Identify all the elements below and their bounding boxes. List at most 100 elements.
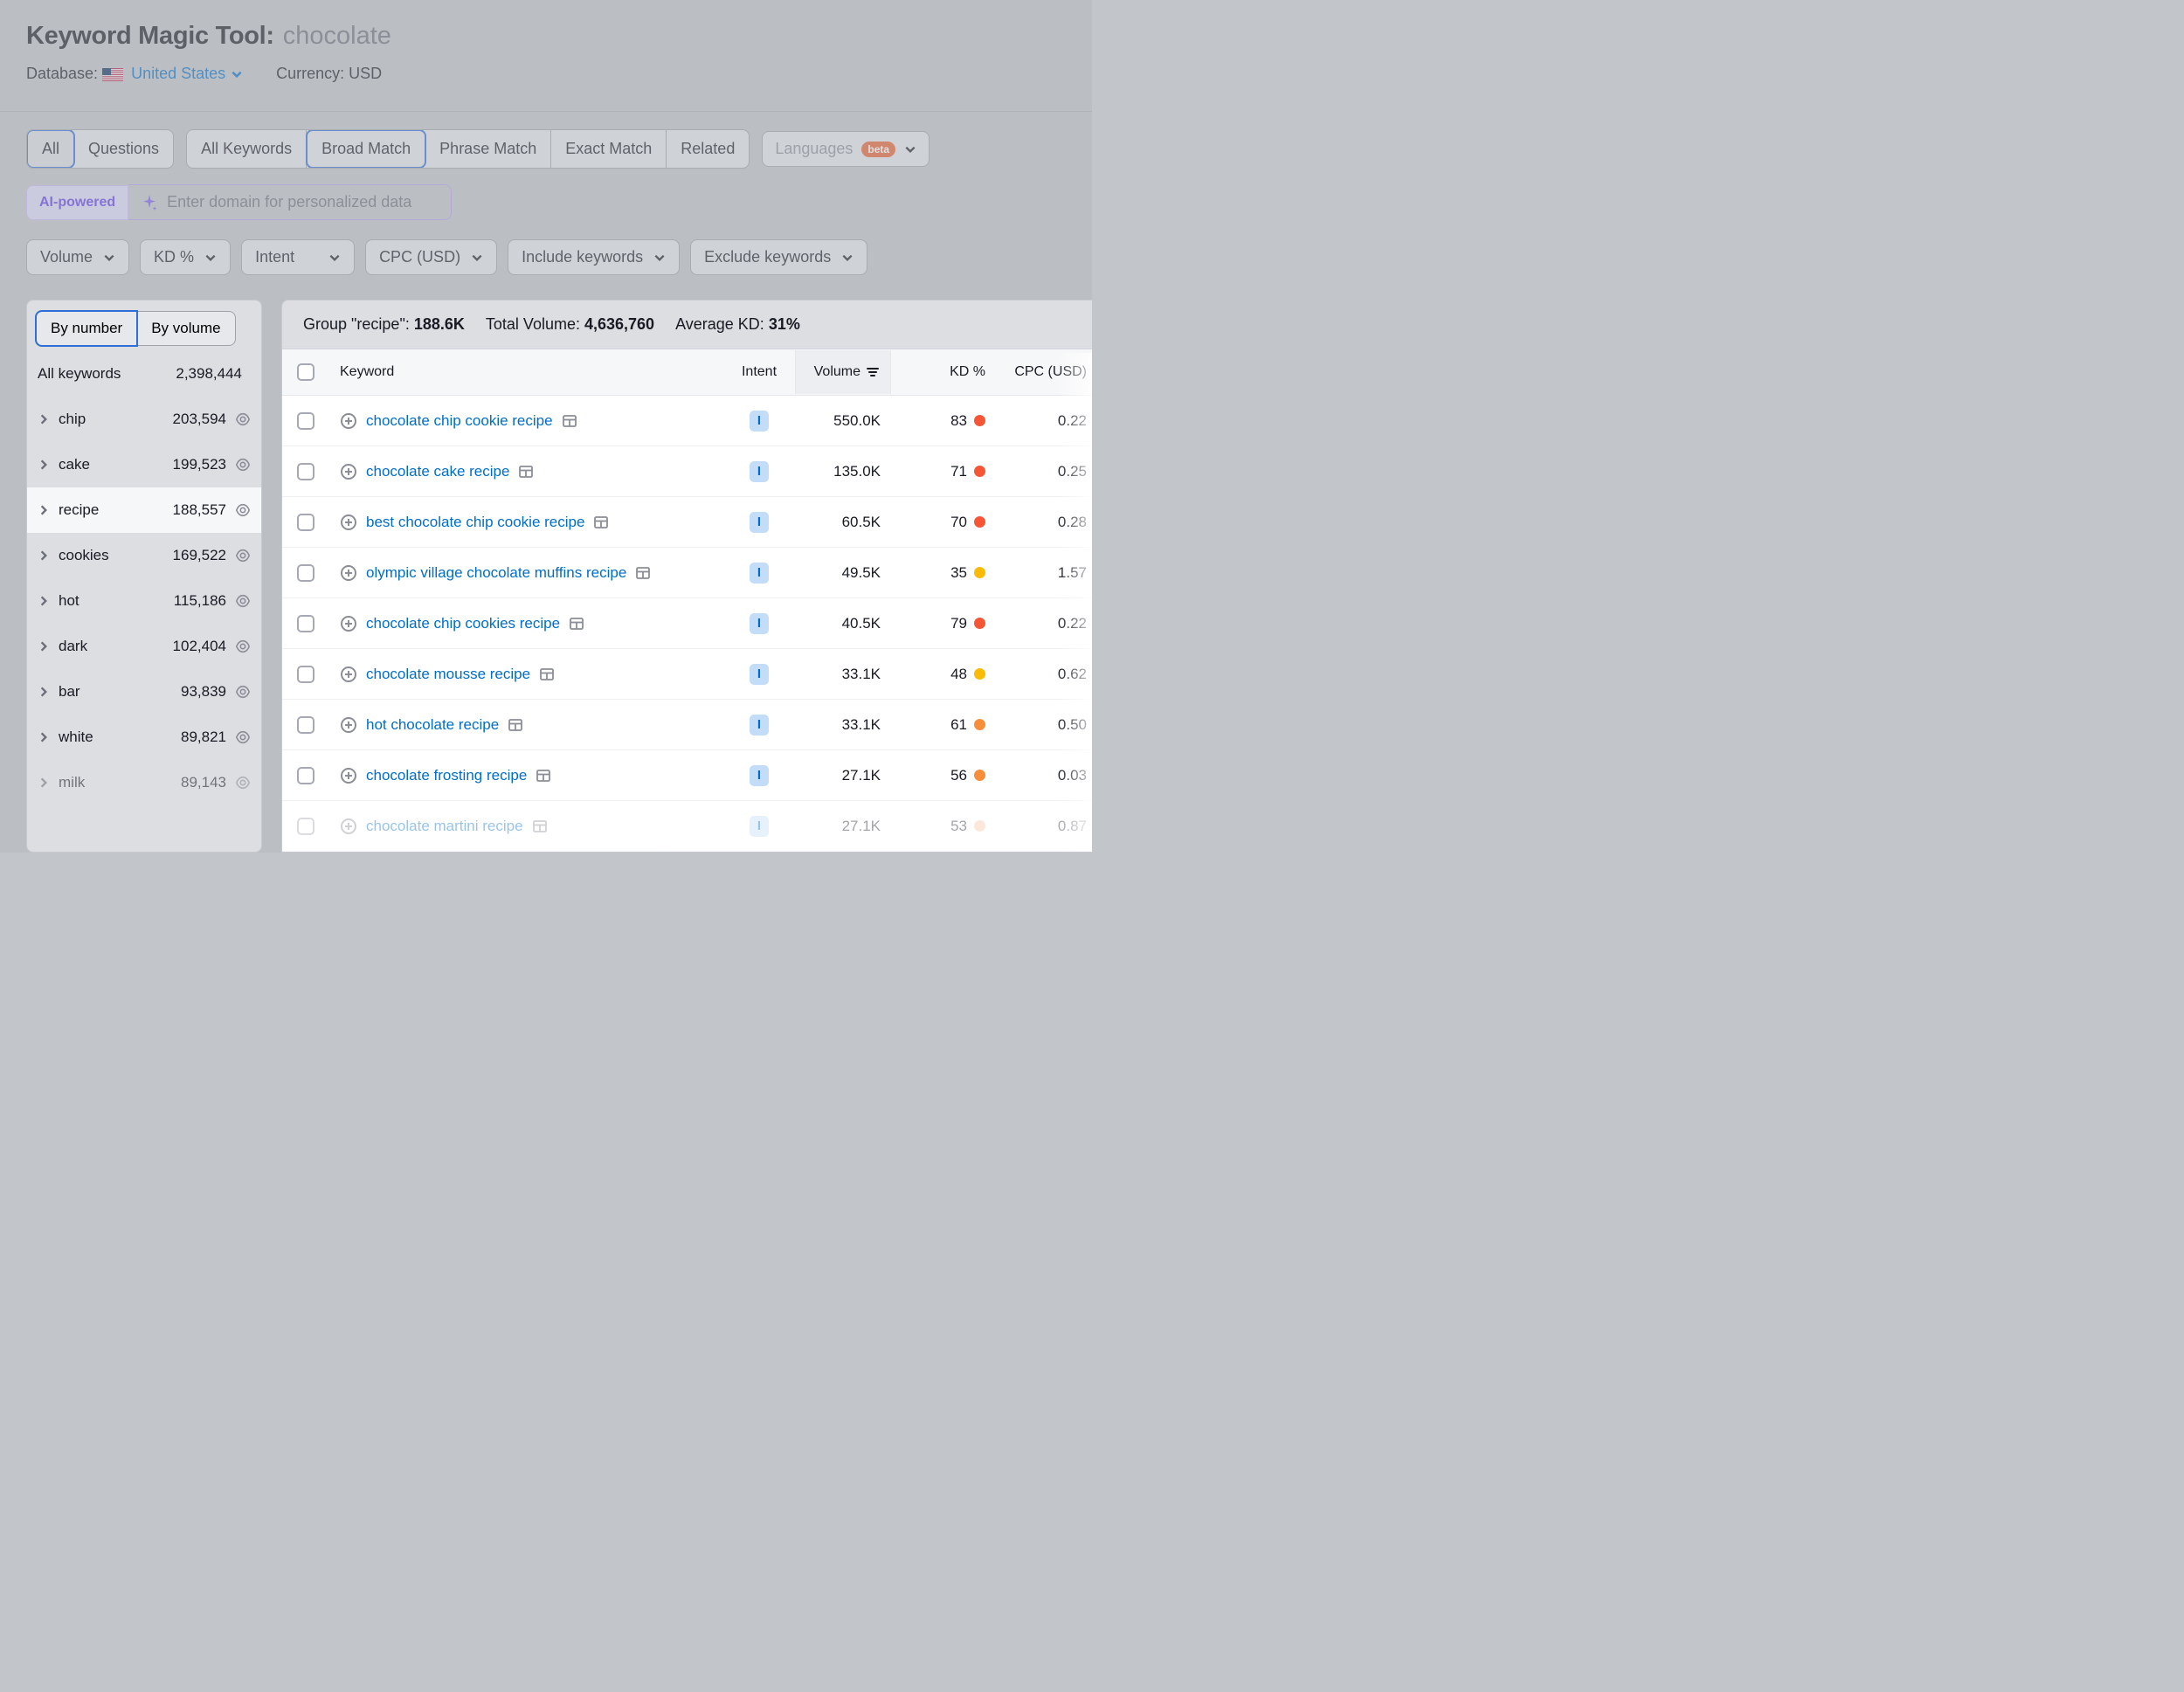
serp-icon[interactable] <box>635 565 651 581</box>
row-checkbox[interactable] <box>297 463 314 480</box>
row-checkbox[interactable] <box>297 666 314 683</box>
serp-icon[interactable] <box>518 464 534 480</box>
chevron-down-icon <box>204 252 217 264</box>
keyword-link[interactable]: chocolate mousse recipe <box>366 666 530 683</box>
intent-badge: I <box>750 512 769 533</box>
sidebar-item-recipe[interactable]: recipe188,557 <box>27 487 261 533</box>
keyword-link[interactable]: chocolate chip cookies recipe <box>366 615 560 632</box>
serp-icon[interactable] <box>562 413 577 429</box>
row-checkbox[interactable] <box>297 514 314 531</box>
add-circle-icon[interactable] <box>340 514 357 531</box>
serp-icon[interactable] <box>536 768 551 784</box>
eye-icon[interactable] <box>235 548 251 563</box>
add-circle-icon[interactable] <box>340 564 357 582</box>
sidebar-item-milk[interactable]: milk89,143 <box>27 760 261 805</box>
row-checkbox[interactable] <box>297 767 314 784</box>
filter-intent[interactable]: Intent <box>241 239 355 275</box>
tab-by-number[interactable]: By number <box>35 310 138 347</box>
col-cpc[interactable]: CPC (USD) <box>996 350 1092 394</box>
tab-all-keywords[interactable]: All Keywords <box>187 130 307 168</box>
cpc-value: 0.03 <box>996 753 1092 798</box>
eye-icon[interactable] <box>235 639 251 654</box>
filter-cpc[interactable]: CPC (USD) <box>365 239 497 275</box>
ai-powered-tag: AI-powered <box>26 185 128 220</box>
chevron-right-icon <box>38 777 50 789</box>
eye-icon[interactable] <box>235 457 251 473</box>
add-circle-icon[interactable] <box>340 615 357 632</box>
tab-phrase-match[interactable]: Phrase Match <box>425 130 551 168</box>
filter-include[interactable]: Include keywords <box>508 239 680 275</box>
sidebar-item-cake[interactable]: cake199,523 <box>27 442 261 487</box>
sidebar-item-white[interactable]: white89,821 <box>27 715 261 760</box>
row-checkbox[interactable] <box>297 564 314 582</box>
sidebar-all-keywords[interactable]: All keywords 2,398,444 <box>27 351 261 397</box>
ai-domain-input[interactable]: Enter domain for personalized data <box>128 184 452 220</box>
intent-badge: I <box>750 715 769 736</box>
kd-difficulty-dot <box>974 618 985 629</box>
row-checkbox[interactable] <box>297 818 314 835</box>
col-volume[interactable]: Volume <box>795 350 891 394</box>
row-checkbox[interactable] <box>297 716 314 734</box>
keyword-link[interactable]: chocolate chip cookie recipe <box>366 412 553 430</box>
filter-exclude[interactable]: Exclude keywords <box>690 239 867 275</box>
row-checkbox[interactable] <box>297 412 314 430</box>
database-selector[interactable]: Database: United States <box>26 65 243 83</box>
sidebar-item-count: 203,594 <box>173 411 226 428</box>
add-circle-icon[interactable] <box>340 666 357 683</box>
serp-icon[interactable] <box>593 515 609 530</box>
filter-kd[interactable]: KD % <box>140 239 231 275</box>
cpc-value: 0.25 <box>996 449 1092 494</box>
sparkle-icon <box>141 194 158 211</box>
keyword-link[interactable]: chocolate frosting recipe <box>366 767 527 784</box>
intent-badge: I <box>750 613 769 634</box>
select-all-checkbox[interactable] <box>297 363 314 381</box>
languages-dropdown[interactable]: Languages beta <box>762 131 930 167</box>
volume-value: 40.5K <box>795 601 891 646</box>
serp-icon[interactable] <box>569 616 584 632</box>
tab-all[interactable]: All <box>26 129 75 169</box>
eye-icon[interactable] <box>235 729 251 745</box>
col-intent[interactable]: Intent <box>723 350 795 394</box>
eye-icon[interactable] <box>235 775 251 791</box>
keyword-link[interactable]: best chocolate chip cookie recipe <box>366 514 584 531</box>
table-header: Keyword Intent Volume KD % CPC (USD) <box>282 349 1092 396</box>
tab-related[interactable]: Related <box>667 130 749 168</box>
keyword-link[interactable]: chocolate martini recipe <box>366 818 523 835</box>
eye-icon[interactable] <box>235 593 251 609</box>
serp-icon[interactable] <box>532 818 548 834</box>
add-circle-icon[interactable] <box>340 412 357 430</box>
sidebar-item-bar[interactable]: bar93,839 <box>27 669 261 715</box>
add-circle-icon[interactable] <box>340 818 357 835</box>
serp-icon[interactable] <box>539 666 555 682</box>
row-checkbox[interactable] <box>297 615 314 632</box>
keyword-link[interactable]: chocolate cake recipe <box>366 463 509 480</box>
add-circle-icon[interactable] <box>340 463 357 480</box>
keyword-link[interactable]: olympic village chocolate muffins recipe <box>366 564 626 582</box>
tab-broad-match[interactable]: Broad Match <box>306 129 426 169</box>
sidebar-item-count: 199,523 <box>173 456 226 473</box>
eye-icon[interactable] <box>235 502 251 518</box>
add-circle-icon[interactable] <box>340 716 357 734</box>
keyword-link[interactable]: hot chocolate recipe <box>366 716 499 734</box>
col-keyword[interactable]: Keyword <box>329 350 723 394</box>
chevron-right-icon <box>38 731 50 743</box>
intent-badge: I <box>750 664 769 685</box>
sidebar-item-chip[interactable]: chip203,594 <box>27 397 261 442</box>
add-circle-icon[interactable] <box>340 767 357 784</box>
tab-by-volume[interactable]: By volume <box>137 311 235 346</box>
tab-exact-match[interactable]: Exact Match <box>551 130 667 168</box>
sidebar-item-cookies[interactable]: cookies169,522 <box>27 533 261 578</box>
col-kd[interactable]: KD % <box>891 350 996 394</box>
keywords-table: Keyword Intent Volume KD % CPC (USD) cho… <box>282 349 1092 852</box>
chevron-down-icon <box>231 68 243 80</box>
eye-icon[interactable] <box>235 684 251 700</box>
volume-value: 135.0K <box>795 449 891 494</box>
sidebar-item-dark[interactable]: dark102,404 <box>27 624 261 669</box>
filter-volume[interactable]: Volume <box>26 239 129 275</box>
tab-questions[interactable]: Questions <box>74 130 173 168</box>
beta-badge: beta <box>861 142 895 157</box>
eye-icon[interactable] <box>235 411 251 427</box>
serp-icon[interactable] <box>508 717 523 733</box>
table-row: chocolate chip cookies recipe I40.5K790.… <box>282 598 1092 649</box>
sidebar-item-hot[interactable]: hot115,186 <box>27 578 261 624</box>
